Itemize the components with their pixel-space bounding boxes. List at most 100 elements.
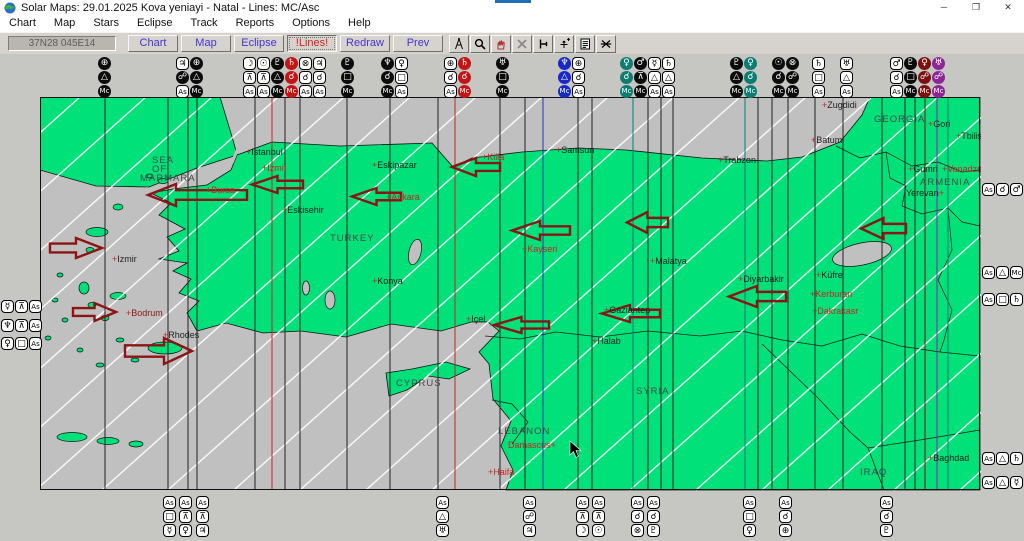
astro-glyph-symbol: ♄: [1010, 452, 1023, 465]
astro-glyph-symbol: ♄: [285, 57, 298, 70]
pan-hand-icon: [497, 39, 505, 49]
astro-glyph-symbol: ♃: [313, 57, 326, 70]
city-label-izmir: +Izmir: [112, 254, 137, 264]
astro-glyph-as: As: [179, 496, 192, 509]
astro-glyph-symbol: △: [436, 510, 449, 523]
astro-glyph-symbol: ⊕: [779, 524, 792, 537]
clamp-tool-icon: [539, 39, 548, 48]
zoom-tool-button[interactable]: [470, 34, 490, 53]
astro-glyph-symbol: ♅: [436, 524, 449, 537]
astro-glyph-symbol: ☍: [932, 71, 945, 84]
astro-glyph-symbol: ☌: [890, 71, 903, 84]
astro-glyph-as: As: [982, 293, 995, 306]
astro-glyph-mc: Mc: [1010, 266, 1023, 279]
astro-glyph-symbol: ♄: [662, 57, 675, 70]
menu-item-reports[interactable]: Reports: [227, 16, 284, 32]
astro-glyph-as: As: [982, 266, 995, 279]
cut-tool-icon: [517, 38, 527, 49]
compass-tool-button[interactable]: [449, 34, 469, 53]
menu-item-eclipse[interactable]: Eclipse: [128, 16, 181, 32]
city-label-iel: +Içel: [466, 314, 485, 324]
astro-glyph-as: As: [576, 496, 589, 509]
astro-glyph-symbol: ☌: [381, 71, 394, 84]
astro-map-canvas[interactable]: SEAOFMARMARATURKEYCYPRUSSYRIALEBANONGEOR…: [40, 97, 981, 491]
toolbar-button-eclipse[interactable]: Eclipse: [234, 35, 284, 52]
astro-glyph-as: As: [840, 85, 853, 98]
city-label-ankara: +Ankara: [386, 192, 420, 202]
pan-hand-button[interactable]: [491, 34, 511, 53]
island: [112, 203, 124, 211]
astro-glyph-symbol: ⊗: [299, 57, 312, 70]
astro-glyph-symbol: □: [743, 510, 756, 523]
city-label-gori: +Gori: [928, 119, 950, 129]
astro-glyph-as: As: [436, 496, 449, 509]
star-tool-button[interactable]: [596, 34, 616, 53]
astro-glyph-as: As: [572, 85, 585, 98]
astro-glyph-symbol: ⊼: [592, 510, 605, 523]
toolbar-button-chart[interactable]: Chart: [128, 35, 178, 52]
astro-glyph-symbol: ☌: [772, 71, 785, 84]
astro-glyph-symbol: ☍: [523, 510, 536, 523]
menu-item-chart[interactable]: Chart: [0, 16, 45, 32]
astro-glyph-symbol: ☿: [163, 524, 176, 537]
island: [44, 335, 52, 341]
locate-tool-button[interactable]: [554, 34, 574, 53]
menu-item-stars[interactable]: Stars: [84, 16, 128, 32]
astro-glyph-symbol: ♃: [196, 524, 209, 537]
astro-glyph-symbol: ☍: [786, 71, 799, 84]
city-label-konya: +Konya: [372, 276, 403, 286]
astro-glyph-as: As: [812, 85, 825, 98]
astro-glyph-symbol: ☽: [243, 57, 256, 70]
menu-item-options[interactable]: Options: [283, 16, 339, 32]
close-button[interactable]: ✕: [992, 0, 1024, 16]
astro-glyph-mc: Mc: [904, 85, 917, 98]
astro-glyph-symbol: △: [271, 71, 284, 84]
city-label-tbilis: +Tbilis: [956, 131, 981, 141]
city-label-istanbul: +Istanbul: [246, 147, 283, 157]
city-label-gaziantep: +Gaziantep: [604, 305, 650, 315]
clamp-tool-button[interactable]: [533, 34, 553, 53]
toolbar-button-lines[interactable]: !Lines!: [287, 35, 337, 52]
toolbar-button-map[interactable]: Map: [181, 35, 231, 52]
astro-glyph-symbol: ♆: [381, 57, 394, 70]
astro-glyph-mc: Mc: [634, 85, 647, 98]
menu-item-help[interactable]: Help: [339, 16, 380, 32]
astro-glyph-symbol: ☉: [257, 57, 270, 70]
region-label: GEORGIA: [874, 114, 925, 125]
menu-item-map[interactable]: Map: [45, 16, 84, 32]
city-label-eskisehir: +Eskisehir: [282, 205, 324, 215]
astro-glyph-mc: Mc: [620, 85, 633, 98]
island: [56, 272, 64, 278]
astro-glyph-symbol: ⊗: [631, 524, 644, 537]
maximize-button[interactable]: ❐: [960, 0, 992, 16]
toolbar: 37N28 045E14 Chart Map Eclipse !Lines! Redra…: [0, 32, 1024, 54]
astro-glyph-mc: Mc: [190, 85, 203, 98]
menu-item-track[interactable]: Track: [181, 16, 226, 32]
astro-glyph-symbol: ☉: [772, 57, 785, 70]
astro-glyph-symbol: ♅: [840, 57, 853, 70]
minimize-button[interactable]: ─: [928, 0, 960, 16]
toolbar-button-prev[interactable]: Prev: [393, 35, 443, 52]
astro-glyph-symbol: □: [341, 71, 354, 84]
astro-glyph-symbol: ☌: [458, 71, 471, 84]
city-label-kerburan: +Kerburan: [810, 289, 852, 299]
toolbar-button-redraw[interactable]: Redraw: [340, 35, 390, 52]
astro-glyph-symbol: ☌: [572, 71, 585, 84]
region-label: CYPRUS: [396, 378, 442, 389]
astro-glyph-symbol: ♇: [880, 524, 893, 537]
astro-glyph-as: As: [890, 85, 903, 98]
astro-glyph-as: As: [29, 300, 42, 313]
astro-glyph-as: As: [176, 85, 189, 98]
astro-glyph-mc: Mc: [98, 85, 111, 98]
report-tool-button[interactable]: [575, 34, 595, 53]
astro-glyph-symbol: ⊕: [190, 57, 203, 70]
astro-glyph-symbol: ♀: [1, 337, 14, 350]
region-label: TURKEY: [330, 233, 375, 244]
astro-glyph-mc: Mc: [744, 85, 757, 98]
astro-glyph-symbol: ☌: [299, 71, 312, 84]
cut-tool-button[interactable]: [512, 34, 532, 53]
astro-glyph-symbol: ☍: [176, 71, 189, 84]
astro-glyph-symbol: ♀: [743, 524, 756, 537]
astro-glyph-as: As: [982, 183, 995, 196]
lake-egirdir: [302, 280, 310, 296]
